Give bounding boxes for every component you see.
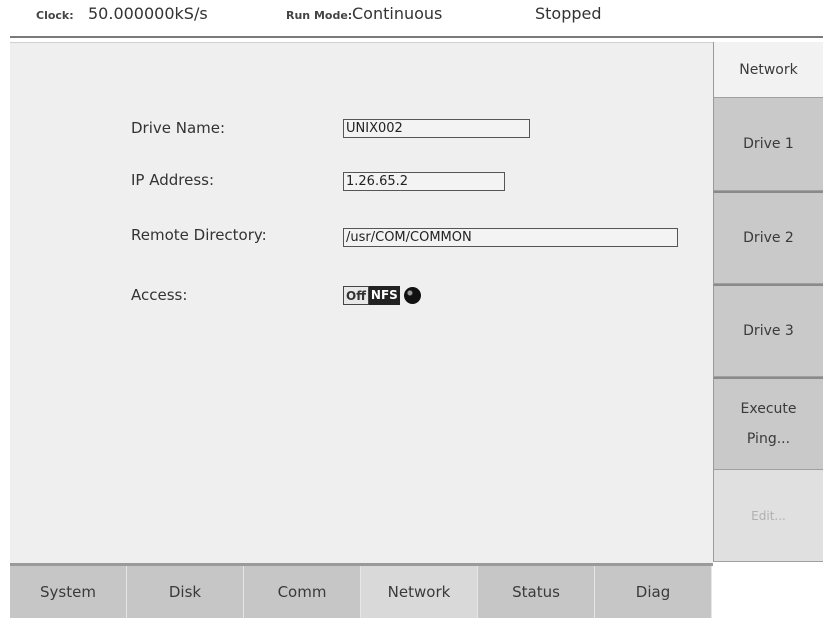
access-label: Access: <box>131 286 188 304</box>
status-divider <box>10 36 823 38</box>
tab-disk[interactable]: Disk <box>127 566 244 618</box>
run-state: Stopped <box>535 4 602 23</box>
side-button-network[interactable]: Network <box>713 42 823 98</box>
tab-system[interactable]: System <box>10 566 127 618</box>
remote-directory-field[interactable]: /usr/COM/COMMON <box>343 228 678 247</box>
side-button-drive-3[interactable]: Drive 3 <box>713 284 823 377</box>
run-mode-label: Run Mode: <box>286 9 353 22</box>
status-bar: Clock: 50.000000kS/s Run Mode: Continuou… <box>0 0 823 36</box>
access-option-nfs[interactable]: NFS <box>368 286 400 305</box>
clock-label: Clock: <box>36 9 74 22</box>
access-toggle[interactable]: Off NFS <box>343 286 421 305</box>
access-option-off[interactable]: Off <box>343 286 369 305</box>
tab-status[interactable]: Status <box>478 566 595 618</box>
tab-diag[interactable]: Diag <box>595 566 712 618</box>
execute-ping-line-1: Execute <box>740 401 797 417</box>
run-mode-value: Continuous <box>352 4 443 23</box>
side-button-drive-2[interactable]: Drive 2 <box>713 191 823 284</box>
toggle-knob-icon[interactable] <box>403 287 421 304</box>
side-button-drive-1[interactable]: Drive 1 <box>713 98 823 191</box>
execute-ping-line-2: Ping... <box>746 431 791 447</box>
tab-network[interactable]: Network <box>361 566 478 618</box>
side-button-edit: Edit... <box>713 470 823 562</box>
ip-address-label: IP Address: <box>131 171 215 189</box>
clock-value: 50.000000kS/s <box>88 4 208 23</box>
drive-name-field[interactable]: UNIX002 <box>343 119 530 138</box>
side-menu: Network Drive 1 Drive 2 Drive 3 Execute … <box>713 42 823 562</box>
drive-name-label: Drive Name: <box>131 119 226 137</box>
bottom-tab-bar: System Disk Comm Network Status Diag <box>10 566 712 618</box>
ip-address-field[interactable]: 1.26.65.2 <box>343 172 505 191</box>
remote-directory-label: Remote Directory: <box>131 226 267 244</box>
side-button-execute-ping[interactable]: Execute Ping... <box>713 377 823 470</box>
tab-comm[interactable]: Comm <box>244 566 361 618</box>
